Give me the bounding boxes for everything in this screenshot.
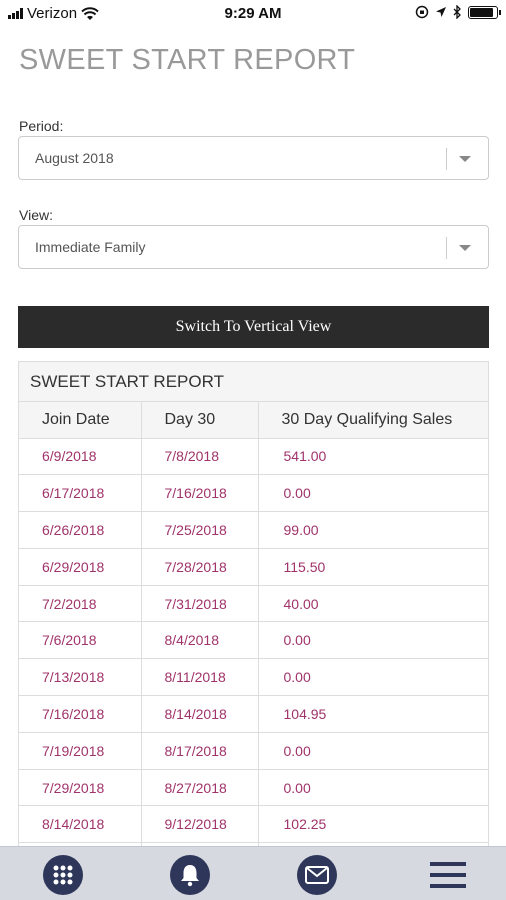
grid-icon <box>43 855 83 895</box>
chevron-down-icon <box>459 245 471 251</box>
rotation-lock-icon <box>415 5 429 19</box>
qualifying-sales-link[interactable]: 115.50 <box>258 548 488 586</box>
table-row: 8/14/2018 9/12/2018 102.25 <box>19 805 488 844</box>
view-select[interactable]: Immediate Family <box>18 225 489 269</box>
table-row: 6/17/2018 7/16/2018 0.00 <box>19 474 488 513</box>
table-row: 7/16/2018 8/14/2018 104.95 <box>19 695 488 733</box>
day-30-link[interactable]: 7/8/2018 <box>141 438 259 476</box>
table-row: 6/26/2018 7/25/2018 99.00 <box>19 511 488 549</box>
table-header-row: Join Date Day 30 30 Day Qualifying Sales <box>19 402 488 439</box>
day-30-link[interactable]: 7/31/2018 <box>141 585 259 623</box>
column-header-join-date: Join Date <box>19 402 142 439</box>
day-30-link[interactable]: 7/16/2018 <box>141 474 259 513</box>
qualifying-sales-link[interactable]: 541.00 <box>258 438 488 476</box>
table-row: 7/13/2018 8/11/2018 0.00 <box>19 658 488 697</box>
day-30-link[interactable]: 8/27/2018 <box>141 769 259 807</box>
mail-icon <box>297 855 337 895</box>
join-date-link[interactable]: 7/29/2018 <box>19 769 142 807</box>
page-title: SWEET START REPORT <box>19 44 356 76</box>
view-value: Immediate Family <box>35 239 146 255</box>
qualifying-sales-link[interactable]: 104.95 <box>258 695 488 733</box>
period-label: Period: <box>19 118 64 134</box>
join-date-link[interactable]: 7/13/2018 <box>19 658 142 697</box>
qualifying-sales-link[interactable]: 0.00 <box>258 769 488 807</box>
join-date-link[interactable]: 7/16/2018 <box>19 695 142 733</box>
day-30-link[interactable]: 7/25/2018 <box>141 511 259 549</box>
tab-notifications[interactable] <box>170 855 210 895</box>
table-row: 6/9/2018 7/8/2018 541.00 <box>19 438 488 476</box>
qualifying-sales-link[interactable]: 0.00 <box>258 474 488 513</box>
bottom-tab-bar <box>0 846 506 900</box>
join-date-link[interactable]: 7/19/2018 <box>19 732 142 770</box>
chevron-down-icon <box>459 156 471 162</box>
join-date-link[interactable]: 6/26/2018 <box>19 511 142 549</box>
join-date-link[interactable]: 7/6/2018 <box>19 621 142 660</box>
qualifying-sales-link[interactable]: 40.00 <box>258 585 488 623</box>
table-row: 7/19/2018 8/17/2018 0.00 <box>19 732 488 770</box>
qualifying-sales-link[interactable]: 99.00 <box>258 511 488 549</box>
qualifying-sales-link[interactable]: 0.00 <box>258 658 488 697</box>
join-date-link[interactable]: 6/9/2018 <box>19 438 142 476</box>
qualifying-sales-link[interactable]: 102.25 <box>258 805 488 844</box>
select-divider <box>446 237 447 259</box>
bell-icon <box>170 855 210 895</box>
bluetooth-icon <box>453 5 461 19</box>
day-30-link[interactable]: 8/17/2018 <box>141 732 259 770</box>
menu-icon <box>430 862 466 888</box>
column-header-qualifying-sales: 30 Day Qualifying Sales <box>258 402 488 439</box>
day-30-link[interactable]: 9/12/2018 <box>141 805 259 844</box>
period-select[interactable]: August 2018 <box>18 136 489 180</box>
tab-apps[interactable] <box>43 855 83 895</box>
table-row: 7/29/2018 8/27/2018 0.00 <box>19 769 488 807</box>
day-30-link[interactable]: 8/11/2018 <box>141 658 259 697</box>
join-date-link[interactable]: 8/14/2018 <box>19 805 142 844</box>
day-30-link[interactable]: 8/14/2018 <box>141 695 259 733</box>
table-row: 7/6/2018 8/4/2018 0.00 <box>19 621 488 660</box>
column-header-day-30: Day 30 <box>141 402 259 439</box>
qualifying-sales-link[interactable]: 0.00 <box>258 732 488 770</box>
join-date-link[interactable]: 6/17/2018 <box>19 474 142 513</box>
view-label: View: <box>19 207 53 223</box>
join-date-link[interactable]: 6/29/2018 <box>19 548 142 586</box>
status-bar: Verizon 9:29 AM <box>0 0 506 28</box>
report-table: Join Date Day 30 30 Day Qualifying Sales… <box>19 402 488 861</box>
switch-vertical-view-button[interactable]: Switch To Vertical View <box>18 306 489 348</box>
day-30-link[interactable]: 8/4/2018 <box>141 621 259 660</box>
qualifying-sales-link[interactable]: 0.00 <box>258 621 488 660</box>
period-value: August 2018 <box>35 150 114 166</box>
location-icon <box>436 7 446 17</box>
table-row: 6/29/2018 7/28/2018 115.50 <box>19 548 488 586</box>
tab-menu[interactable] <box>428 855 468 895</box>
table-row: 7/2/2018 7/31/2018 40.00 <box>19 585 488 623</box>
report-panel: SWEET START REPORT Join Date Day 30 30 D… <box>18 361 489 861</box>
battery-icon <box>468 5 501 19</box>
join-date-link[interactable]: 7/2/2018 <box>19 585 142 623</box>
tab-messages[interactable] <box>297 855 337 895</box>
select-divider <box>446 148 447 170</box>
report-title: SWEET START REPORT <box>19 362 488 402</box>
day-30-link[interactable]: 7/28/2018 <box>141 548 259 586</box>
